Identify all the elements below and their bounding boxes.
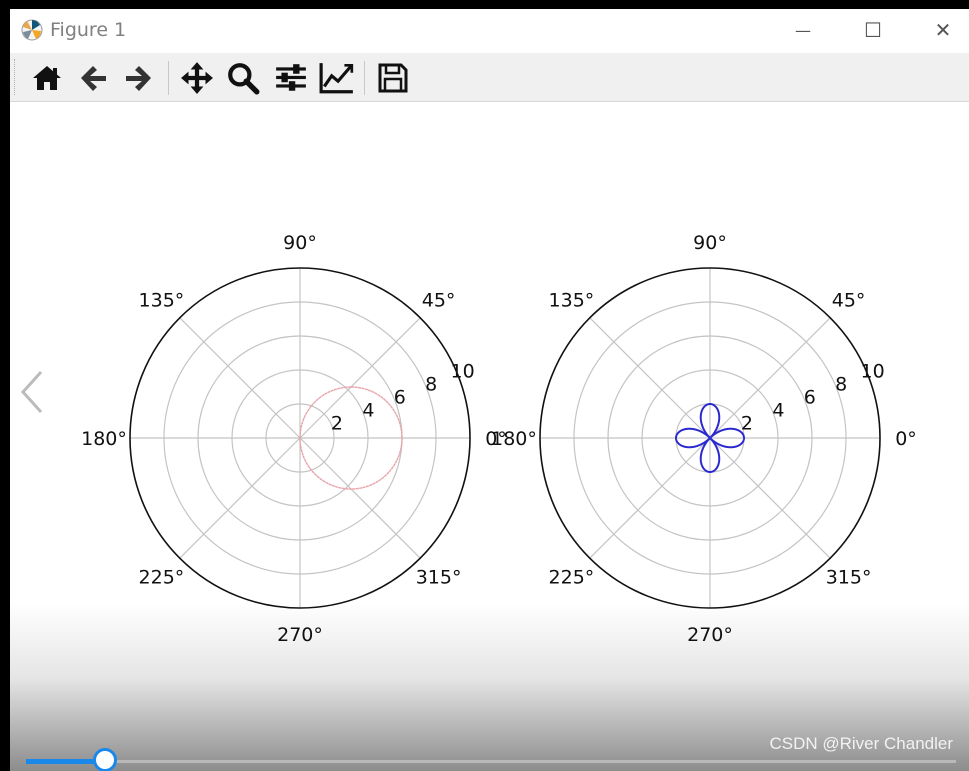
angle-tick-label: 225° [139, 567, 185, 589]
angle-tick-label: 270° [687, 624, 733, 646]
angle-tick-label: 0° [895, 428, 917, 450]
angle-tick-label: 180° [81, 428, 127, 450]
angle-gridline [179, 437, 301, 559]
configure-subplots-button[interactable] [272, 59, 310, 97]
polar-axes-2: 0° 45° 90° 135° 180° 225° 270° 315° 2468 10 [491, 232, 917, 646]
minimize-icon: — [795, 20, 811, 40]
save-button[interactable] [374, 59, 412, 97]
zoom-button[interactable] [224, 59, 262, 97]
polar-axes-1: 0°45°90°135°180°225°270°315°246810 [81, 232, 507, 646]
navigation-toolbar [10, 53, 969, 102]
angle-gridline [709, 437, 831, 559]
edit-curves-button[interactable] [318, 59, 356, 97]
back-button[interactable] [74, 59, 112, 97]
radial-tick-label: 4 [362, 400, 374, 422]
arrow-right-icon [126, 66, 151, 91]
magnifier-icon [228, 63, 260, 95]
angle-gridline [299, 317, 421, 439]
toolbar-grip[interactable] [14, 59, 17, 95]
matplotlib-logo-icon [21, 19, 43, 41]
radial-tick-label: 6 [394, 387, 406, 409]
angle-gridline [179, 317, 301, 439]
radial-tick-label: 2 [741, 413, 753, 435]
zoom-slider[interactable] [26, 748, 956, 771]
pan-button[interactable] [178, 59, 216, 97]
angle-tick-label: 135° [139, 289, 185, 311]
toolbar-separator [168, 61, 169, 95]
line-chart-icon [319, 63, 354, 94]
close-button[interactable]: ✕ [908, 9, 969, 51]
previous-image-button[interactable] [18, 367, 48, 417]
move-icon [181, 62, 213, 94]
toolbar-separator [364, 61, 365, 95]
angle-gridline [589, 317, 711, 439]
sliders-icon [276, 64, 306, 91]
angle-tick-label: 315° [416, 567, 462, 589]
angle-tick-label: 90° [693, 232, 727, 254]
slider-track[interactable] [26, 760, 956, 763]
close-icon: ✕ [934, 18, 952, 42]
minimize-button[interactable]: — [768, 9, 838, 51]
radial-tick-label: 10 [451, 361, 475, 383]
radial-tick-label: 6 [804, 387, 816, 409]
home-button[interactable] [28, 59, 66, 97]
floppy-disk-icon [378, 63, 408, 93]
chevron-left-icon [20, 370, 43, 414]
polar-plots: 0°45°90°135°180°225°270°315°2468100°45°9… [81, 232, 917, 646]
radial-tick-label: 8 [835, 374, 847, 396]
angle-tick-label: 135° [549, 289, 595, 311]
radial-tick-label: 8 [425, 374, 437, 396]
maximize-icon: ☐ [864, 18, 882, 42]
home-icon [33, 66, 61, 90]
angle-tick-label: 45° [422, 289, 456, 311]
angle-tick-label: 90° [283, 232, 317, 254]
angle-tick-label: 45° [832, 289, 866, 311]
forward-button[interactable] [120, 59, 158, 97]
angle-tick-label: 225° [549, 567, 595, 589]
window-title: Figure 1 [50, 19, 127, 41]
radial-tick-label: 2 [331, 413, 343, 435]
angle-tick-label: 270° [277, 624, 323, 646]
watermark: CSDN @River Chandler [769, 734, 953, 753]
arrow-left-icon [81, 66, 106, 91]
angle-tick-label: 315° [826, 567, 872, 589]
angle-gridline [589, 437, 711, 559]
title-bar[interactable]: Figure 1 — ☐ ✕ [10, 9, 969, 51]
figure-canvas[interactable]: 0° 45° 90° 135° 180° 225° 270° 315° 2 4 6 8 10 0° 45° 9… [10, 102, 969, 771]
figure-window: Figure 1 — ☐ ✕ 0° 45° 90° 135° 180° 225°… [10, 9, 969, 771]
maximize-button[interactable]: ☐ [838, 9, 908, 51]
radial-tick-label: 10 [861, 361, 885, 383]
slider-thumb[interactable] [93, 748, 118, 771]
angle-tick-label: 180° [491, 428, 537, 450]
radial-tick-label: 4 [772, 400, 784, 422]
angle-gridline [299, 437, 421, 559]
angle-gridline [709, 317, 831, 439]
